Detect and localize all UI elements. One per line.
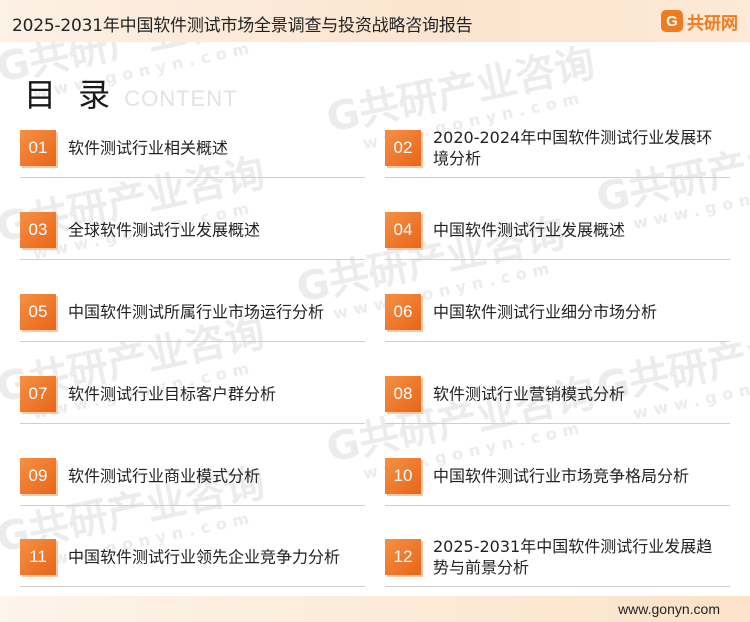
toc-item-label: 中国软件测试行业发展概述 bbox=[433, 220, 626, 240]
toc-item[interactable]: 03 全球软件测试行业发展概述 bbox=[20, 200, 365, 260]
toc-item-label: 全球软件测试行业发展概述 bbox=[68, 220, 261, 240]
toc-item-number: 08 bbox=[385, 376, 421, 412]
toc-item[interactable]: 11 中国软件测试行业领先企业竞争力分析 bbox=[20, 527, 365, 587]
brand-logo-icon: G bbox=[661, 10, 683, 32]
toc-item-label: 软件测试行业目标客户群分析 bbox=[68, 384, 277, 404]
toc-item-divider bbox=[20, 505, 365, 506]
toc-item-divider bbox=[20, 423, 365, 424]
toc-item-divider bbox=[385, 259, 730, 260]
toc-item-divider bbox=[20, 259, 365, 260]
footer-url: www.gonyn.com bbox=[618, 601, 720, 617]
toc-item[interactable]: 12 2025-2031年中国软件测试行业发展趋势与前景分析 bbox=[385, 527, 730, 587]
toc-item-number: 01 bbox=[20, 130, 56, 166]
toc-item[interactable]: 08 软件测试行业营销模式分析 bbox=[385, 364, 730, 424]
brand-name: 共研网 bbox=[687, 13, 738, 34]
brand-logo: G 共研网 bbox=[661, 9, 738, 34]
toc-item-label: 2020-2024年中国软件测试行业发展环境分析 bbox=[433, 128, 713, 168]
header-bar: 2025-2031年中国软件测试市场全景调查与投资战略咨询报告 G 共研网 bbox=[0, 0, 750, 42]
toc-item-number: 10 bbox=[385, 458, 421, 494]
toc-item-divider bbox=[20, 177, 365, 178]
toc-item[interactable]: 06 中国软件测试行业细分市场分析 bbox=[385, 282, 730, 342]
toc-subtitle: CONTENT bbox=[124, 86, 238, 111]
toc-item-number: 03 bbox=[20, 212, 56, 248]
toc-item-divider bbox=[385, 177, 730, 178]
toc-item[interactable]: 02 2020-2024年中国软件测试行业发展环境分析 bbox=[385, 118, 730, 178]
toc-item-label: 软件测试行业商业模式分析 bbox=[68, 466, 261, 486]
toc-item[interactable]: 05 中国软件测试所属行业市场运行分析 bbox=[20, 282, 365, 342]
toc-item-number: 06 bbox=[385, 294, 421, 330]
toc-item-divider bbox=[20, 586, 365, 587]
toc-heading: 目 录 CONTENT bbox=[24, 70, 238, 116]
toc-item-number: 02 bbox=[385, 130, 421, 166]
toc-item-number: 04 bbox=[385, 212, 421, 248]
toc-item-divider bbox=[385, 423, 730, 424]
toc-item[interactable]: 04 中国软件测试行业发展概述 bbox=[385, 200, 730, 260]
toc-item-label: 中国软件测试所属行业市场运行分析 bbox=[68, 302, 325, 322]
toc-item-divider bbox=[20, 341, 365, 342]
toc-item-label: 2025-2031年中国软件测试行业发展趋势与前景分析 bbox=[433, 537, 713, 577]
report-title: 2025-2031年中国软件测试市场全景调查与投资战略咨询报告 bbox=[12, 16, 473, 36]
toc-title: 目 录 bbox=[24, 76, 117, 114]
toc-item-divider bbox=[385, 505, 730, 506]
toc-item-number: 11 bbox=[20, 539, 56, 575]
toc-item[interactable]: 01 软件测试行业相关概述 bbox=[20, 118, 365, 178]
toc-item-label: 软件测试行业相关概述 bbox=[68, 138, 229, 158]
toc-item-number: 09 bbox=[20, 458, 56, 494]
toc-item-label: 中国软件测试行业细分市场分析 bbox=[433, 302, 658, 322]
footer-bar: www.gonyn.com bbox=[0, 596, 750, 622]
toc-item-number: 05 bbox=[20, 294, 56, 330]
toc-item[interactable]: 07 软件测试行业目标客户群分析 bbox=[20, 364, 365, 424]
toc-item[interactable]: 10 中国软件测试行业市场竞争格局分析 bbox=[385, 446, 730, 506]
toc-item-label: 中国软件测试行业领先企业竞争力分析 bbox=[68, 547, 341, 567]
toc-item-label: 软件测试行业营销模式分析 bbox=[433, 384, 626, 404]
toc-item-label: 中国软件测试行业市场竞争格局分析 bbox=[433, 466, 690, 486]
toc-item-number: 12 bbox=[385, 539, 421, 575]
toc-item-divider bbox=[385, 586, 730, 587]
toc-item-number: 07 bbox=[20, 376, 56, 412]
toc-item[interactable]: 09 软件测试行业商业模式分析 bbox=[20, 446, 365, 506]
toc-item-divider bbox=[385, 341, 730, 342]
